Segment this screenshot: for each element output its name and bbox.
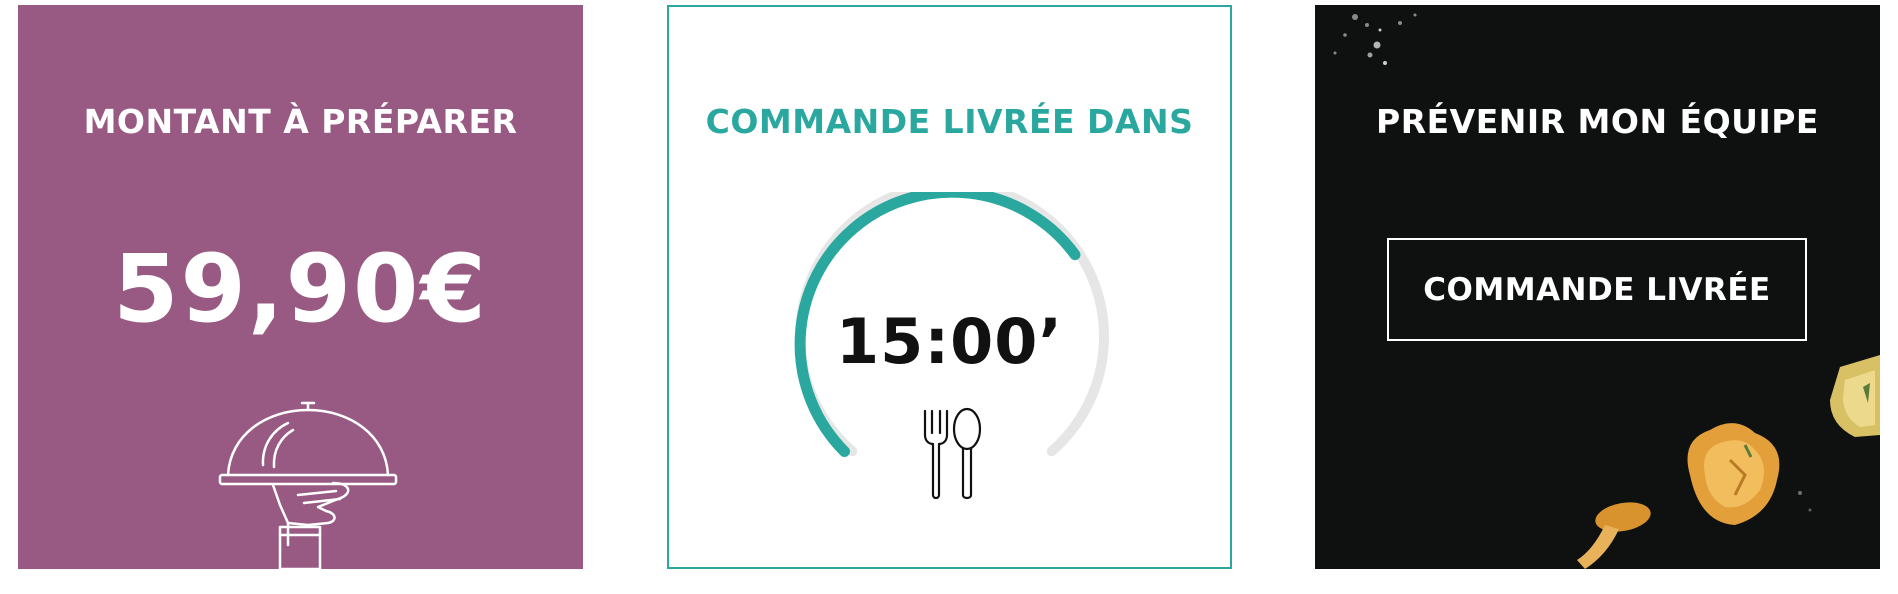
amount-title: MONTANT À PRÉPARER [83,102,518,141]
mushroom-small-icon [1577,502,1651,569]
mushroom-icon [1687,423,1780,525]
amount-value: 59,90€ [113,235,488,344]
serving-cloche-icon [218,401,398,569]
amount-card: MONTANT À PRÉPARER 59,90€ [18,5,583,569]
potato-icon [1830,355,1880,437]
team-card: PRÉVENIR MON ÉQUIPE COMMANDE LIVRÉE [1315,5,1880,569]
cutlery-icon [923,407,982,500]
timer-card: COMMANDE LIVRÉE DANS 15:00’ [667,5,1232,569]
timer-title: COMMANDE LIVRÉE DANS [705,102,1194,141]
team-title: PRÉVENIR MON ÉQUIPE [1376,102,1819,141]
order-delivered-button[interactable]: COMMANDE LIVRÉE [1387,238,1807,341]
timer-value: 15:00’ [836,305,1063,378]
herbs-icon [1333,13,1417,65]
